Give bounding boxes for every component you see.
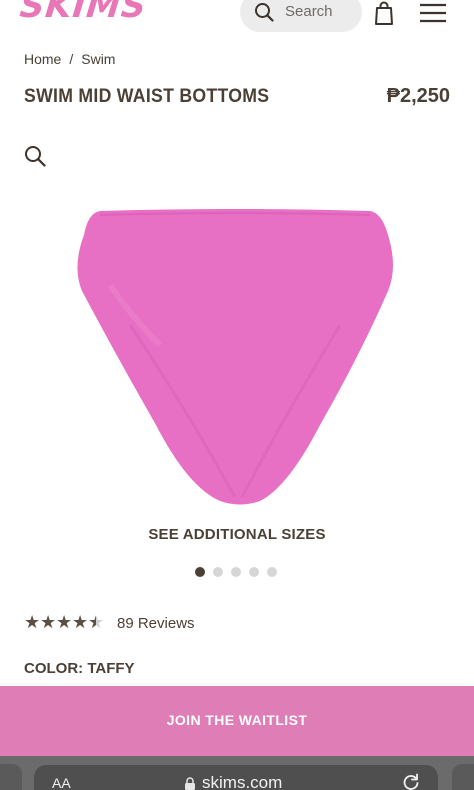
carousel-dot[interactable] — [249, 567, 259, 577]
text-size-button[interactable]: AA — [52, 775, 71, 790]
breadcrumb: Home / Swim — [24, 51, 115, 67]
star-icon: ★ — [40, 612, 57, 632]
product-title: SWIM MID WAIST BOTTOMS — [24, 86, 270, 107]
url-text: skims.com — [202, 773, 283, 790]
next-tab[interactable] — [452, 764, 474, 790]
search-placeholder: Search — [285, 3, 333, 20]
star-icon: ★ — [72, 612, 89, 632]
skims-logo[interactable]: SKIMS — [18, 0, 149, 26]
see-additional-sizes-link[interactable]: SEE ADDITIONAL SIZES — [0, 526, 474, 543]
carousel-dots — [195, 567, 285, 579]
browser-toolbar: AA skims.com — [0, 756, 474, 790]
join-waitlist-button[interactable]: JOIN THE WAITLIST — [0, 686, 474, 756]
color-label: COLOR: TAFFY — [24, 660, 135, 677]
breadcrumb-home[interactable]: Home — [24, 51, 61, 67]
reload-icon[interactable] — [402, 773, 420, 790]
product-price: ₱2,250 — [386, 85, 450, 107]
product-image[interactable] — [70, 205, 405, 510]
shopping-bag-icon[interactable] — [372, 0, 396, 26]
star-icon: ★ — [24, 612, 41, 632]
address-bar[interactable]: AA skims.com — [34, 765, 438, 790]
breadcrumb-swim[interactable]: Swim — [81, 51, 115, 67]
reviews-link[interactable]: 89 Reviews — [117, 615, 195, 632]
breadcrumb-separator: / — [69, 51, 74, 67]
carousel-dot[interactable] — [231, 567, 241, 577]
previous-tab[interactable] — [0, 764, 22, 790]
star-icon: ★ — [88, 612, 105, 632]
carousel-dot[interactable] — [195, 567, 205, 577]
carousel-dot[interactable] — [213, 567, 223, 577]
lock-icon — [185, 777, 195, 790]
search-bar[interactable]: Search — [240, 0, 362, 32]
join-waitlist-label: JOIN THE WAITLIST — [166, 712, 308, 728]
search-icon — [255, 3, 274, 22]
site-header: SKIMS Search — [0, 0, 474, 36]
star-icon: ★ — [56, 612, 73, 632]
zoom-icon[interactable] — [24, 145, 46, 167]
carousel-dot[interactable] — [267, 567, 277, 577]
hamburger-menu-icon[interactable] — [419, 2, 447, 24]
